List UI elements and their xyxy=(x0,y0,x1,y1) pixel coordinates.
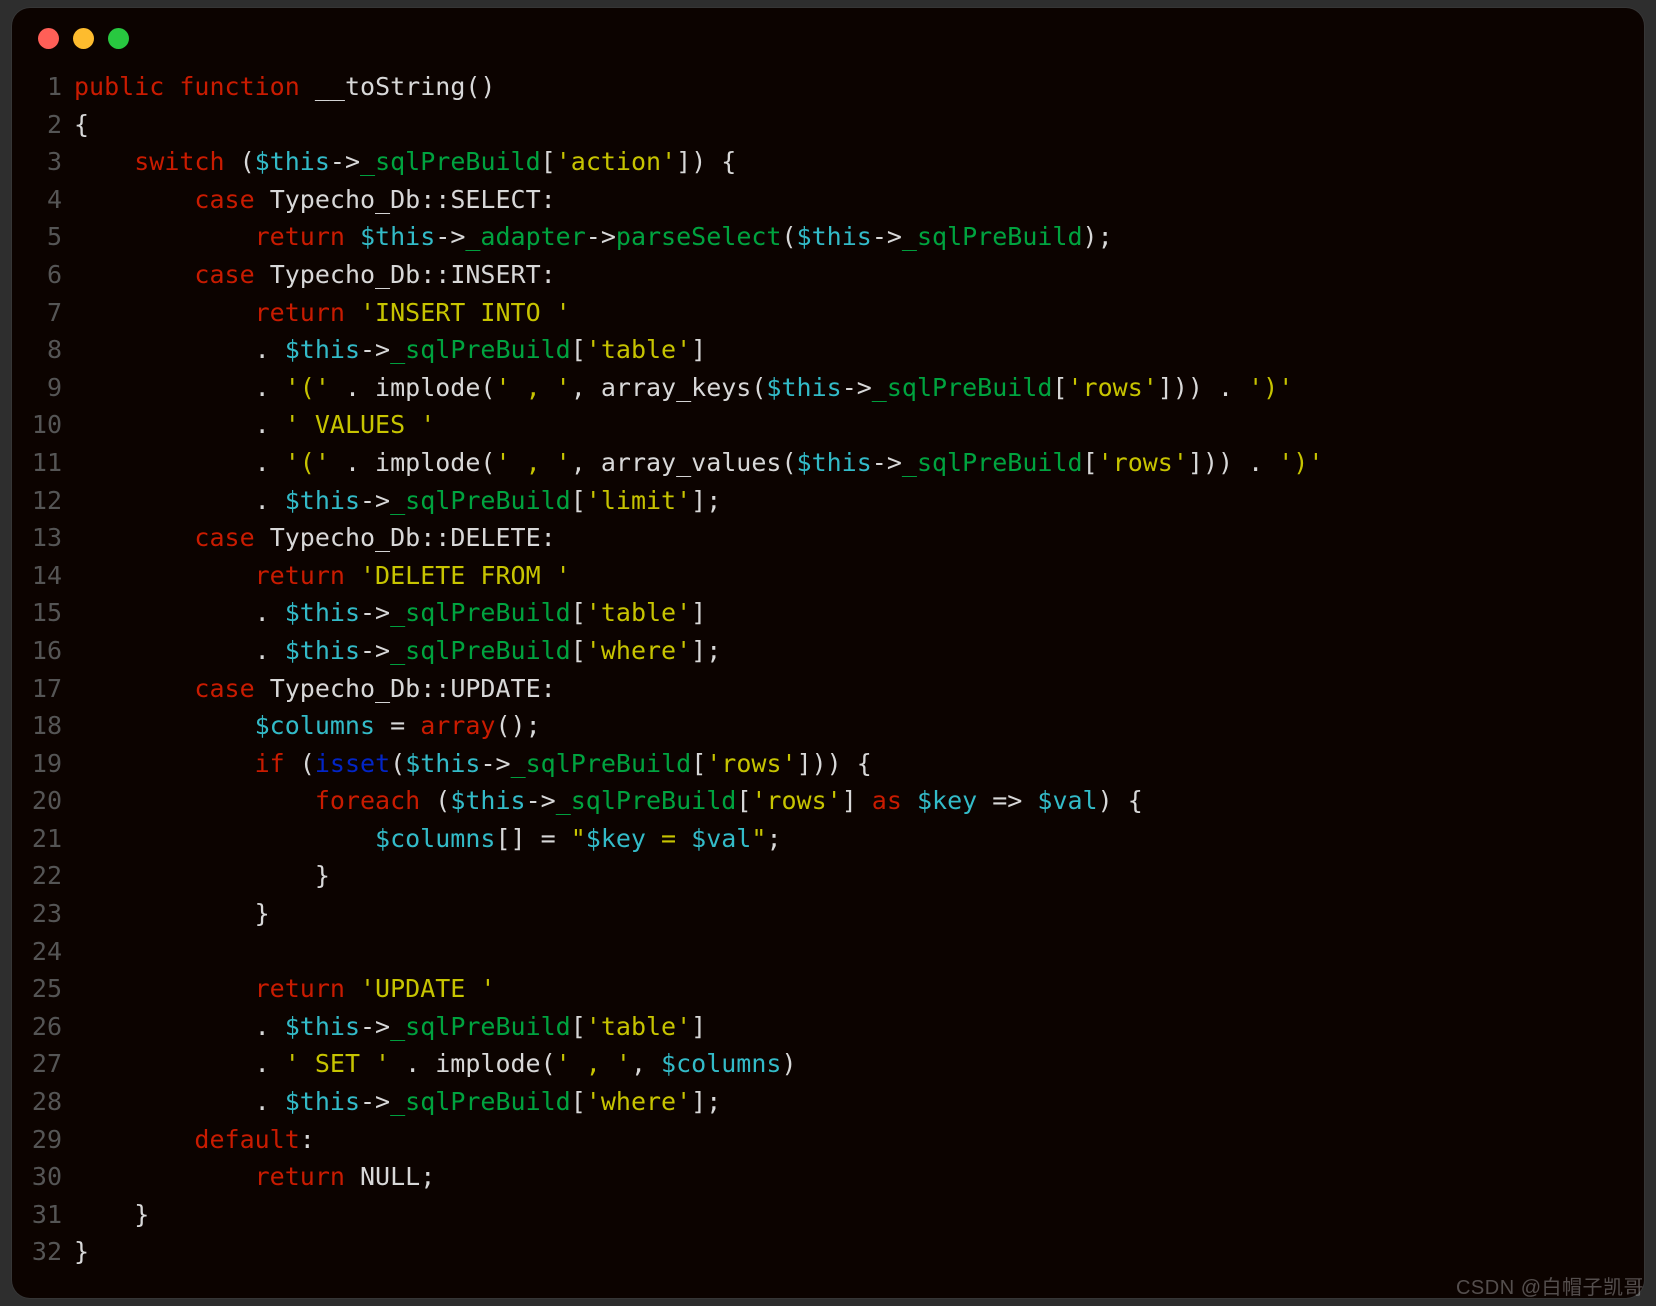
code-line: . $this->_sqlPreBuild['where']; xyxy=(74,1083,1632,1121)
close-icon[interactable] xyxy=(38,28,59,49)
code-line: } xyxy=(74,895,1632,933)
code-line: . $this->_sqlPreBuild['limit']; xyxy=(74,482,1632,520)
code-line: return 'DELETE FROM ' xyxy=(74,557,1632,595)
code-line: . ' SET ' . implode(' , ', $columns) xyxy=(74,1045,1632,1083)
line-number: 12 xyxy=(12,482,74,520)
line-number: 4 xyxy=(12,181,74,219)
line-number: 24 xyxy=(12,933,74,971)
line-number: 27 xyxy=(12,1045,74,1083)
code-line: public function __toString() xyxy=(74,68,1632,106)
code-line: . $this->_sqlPreBuild['where']; xyxy=(74,632,1632,670)
line-number: 6 xyxy=(12,256,74,294)
line-number: 5 xyxy=(12,218,74,256)
line-number: 13 xyxy=(12,519,74,557)
code-line: default: xyxy=(74,1121,1632,1159)
window-titlebar xyxy=(12,8,1644,68)
code-line: return $this->_adapter->parseSelect($thi… xyxy=(74,218,1632,256)
code-line: $columns[] = "$key = $val"; xyxy=(74,820,1632,858)
line-number: 16 xyxy=(12,632,74,670)
line-number: 20 xyxy=(12,782,74,820)
line-number: 15 xyxy=(12,594,74,632)
line-number: 2 xyxy=(12,106,74,144)
code-line: } xyxy=(74,857,1632,895)
line-number: 8 xyxy=(12,331,74,369)
line-number: 22 xyxy=(12,857,74,895)
watermark-text: CSDN @白帽子凯哥 xyxy=(1456,1271,1644,1300)
line-number: 18 xyxy=(12,707,74,745)
line-number: 9 xyxy=(12,369,74,407)
line-number: 23 xyxy=(12,895,74,933)
line-number: 32 xyxy=(12,1233,74,1271)
line-number: 1 xyxy=(12,68,74,106)
line-number: 17 xyxy=(12,670,74,708)
line-number: 19 xyxy=(12,745,74,783)
code-line: case Typecho_Db::SELECT: xyxy=(74,181,1632,219)
code-line: . $this->_sqlPreBuild['table'] xyxy=(74,594,1632,632)
line-number: 28 xyxy=(12,1083,74,1121)
line-number: 10 xyxy=(12,406,74,444)
code-line: } xyxy=(74,1233,1632,1271)
code-line: . $this->_sqlPreBuild['table'] xyxy=(74,331,1632,369)
code-line: $columns = array(); xyxy=(74,707,1632,745)
line-number: 30 xyxy=(12,1158,74,1196)
minimize-icon[interactable] xyxy=(73,28,94,49)
line-number: 29 xyxy=(12,1121,74,1159)
code-line: . ' VALUES ' xyxy=(74,406,1632,444)
code-line: case Typecho_Db::UPDATE: xyxy=(74,670,1632,708)
line-number: 25 xyxy=(12,970,74,1008)
line-number: 14 xyxy=(12,557,74,595)
code-line: switch ($this->_sqlPreBuild['action']) { xyxy=(74,143,1632,181)
code-line: . '(' . implode(' , ', array_values($thi… xyxy=(74,444,1632,482)
code-line: return 'INSERT INTO ' xyxy=(74,294,1632,332)
code-line: . $this->_sqlPreBuild['table'] xyxy=(74,1008,1632,1046)
code-editor: 1234567891011121314151617181920212223242… xyxy=(12,68,1644,1271)
code-content: public function __toString(){ switch ($t… xyxy=(74,68,1632,1271)
line-number: 11 xyxy=(12,444,74,482)
code-line: case Typecho_Db::DELETE: xyxy=(74,519,1632,557)
code-line: return NULL; xyxy=(74,1158,1632,1196)
line-number-gutter: 1234567891011121314151617181920212223242… xyxy=(12,68,74,1271)
line-number: 7 xyxy=(12,294,74,332)
terminal-window: 1234567891011121314151617181920212223242… xyxy=(12,8,1644,1298)
code-line: return 'UPDATE ' xyxy=(74,970,1632,1008)
code-line: case Typecho_Db::INSERT: xyxy=(74,256,1632,294)
line-number: 3 xyxy=(12,143,74,181)
line-number: 21 xyxy=(12,820,74,858)
zoom-icon[interactable] xyxy=(108,28,129,49)
code-line: . '(' . implode(' , ', array_keys($this-… xyxy=(74,369,1632,407)
line-number: 31 xyxy=(12,1196,74,1234)
code-line: if (isset($this->_sqlPreBuild['rows'])) … xyxy=(74,745,1632,783)
code-line: } xyxy=(74,1196,1632,1234)
code-line xyxy=(74,933,1632,971)
code-line: { xyxy=(74,106,1632,144)
code-line: foreach ($this->_sqlPreBuild['rows'] as … xyxy=(74,782,1632,820)
line-number: 26 xyxy=(12,1008,74,1046)
